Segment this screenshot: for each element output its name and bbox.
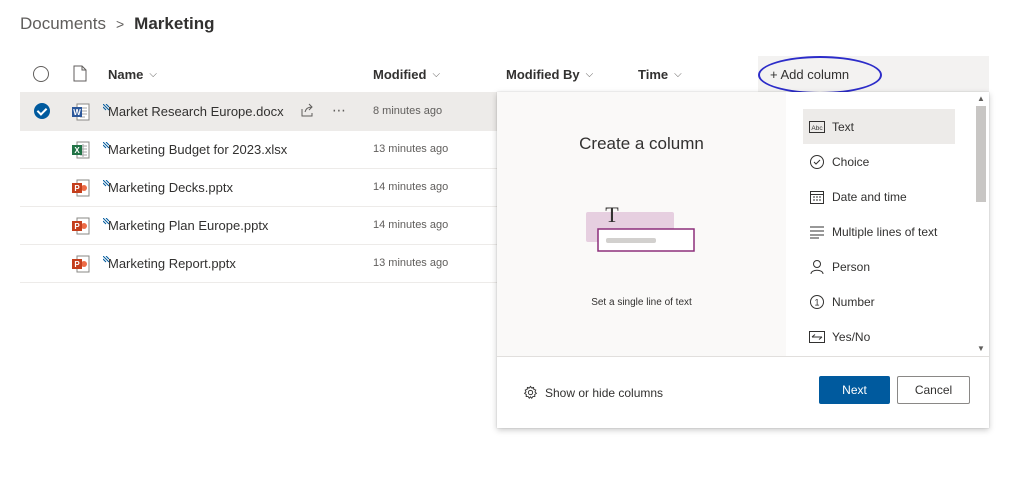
svg-text:X: X xyxy=(74,146,80,155)
word-file-icon: W xyxy=(72,103,90,121)
svg-text:T: T xyxy=(605,202,619,227)
type-item-multiline[interactable]: Multiple lines of text xyxy=(803,214,955,249)
column-name[interactable]: Name ⌵ xyxy=(108,56,157,92)
svg-text:1: 1 xyxy=(814,297,819,307)
circle-check-icon xyxy=(808,153,826,171)
lines-icon xyxy=(808,223,826,241)
type-item-person[interactable]: Person xyxy=(803,249,955,284)
type-item-yes-no[interactable]: Yes/No xyxy=(803,319,955,354)
select-all-checkbox[interactable] xyxy=(33,66,49,82)
modified-time: 8 minutes ago xyxy=(373,105,443,117)
file-type-icon[interactable] xyxy=(73,65,87,87)
column-modified-by[interactable]: Modified By ⌵ xyxy=(506,56,593,92)
file-name[interactable]: Market Research Europe.docx xyxy=(108,92,284,130)
type-item-label: Person xyxy=(832,259,871,274)
gear-icon xyxy=(523,385,538,400)
type-item-label: Choice xyxy=(832,154,870,169)
column-preview-pane: Create a column T Set a single line of t… xyxy=(497,92,786,356)
powerpoint-file-icon: P xyxy=(72,179,90,197)
column-type-list: Abc Text Choice Date and time Multiple l… xyxy=(803,109,955,354)
svg-text:Abc: Abc xyxy=(811,125,823,132)
type-item-number[interactable]: 1 Number xyxy=(803,284,955,319)
more-options-icon[interactable]: ⋯ xyxy=(332,102,346,119)
column-modified[interactable]: Modified ⌵ xyxy=(373,56,440,92)
modified-time: 13 minutes ago xyxy=(373,257,449,269)
create-column-panel: Create a column T Set a single line of t… xyxy=(497,92,989,428)
chevron-down-icon: ⌵ xyxy=(149,68,158,80)
show-hide-columns-label: Show or hide columns xyxy=(545,385,664,400)
show-hide-columns-link[interactable]: Show or hide columns xyxy=(523,385,663,400)
powerpoint-file-icon: P xyxy=(72,255,90,273)
row-checkbox[interactable] xyxy=(34,103,50,119)
text-field-illustration-icon: T xyxy=(586,202,698,259)
type-item-label: Yes/No xyxy=(832,329,871,344)
type-item-label: Multiple lines of text xyxy=(832,224,938,239)
cancel-button[interactable]: Cancel xyxy=(897,376,970,404)
svg-text:W: W xyxy=(73,108,81,117)
type-item-choice[interactable]: Choice xyxy=(803,144,955,179)
column-modified-by-label: Modified By xyxy=(506,66,580,82)
share-icon[interactable] xyxy=(300,103,315,123)
text-abc-icon: Abc xyxy=(808,118,826,136)
svg-text:P: P xyxy=(74,222,80,231)
scroll-up-icon[interactable]: ▲ xyxy=(974,93,988,105)
column-time[interactable]: Time ⌵ xyxy=(638,56,682,92)
type-item-label: Date and time xyxy=(832,189,907,204)
excel-file-icon: X xyxy=(72,141,90,159)
breadcrumb-separator: > xyxy=(115,16,125,32)
type-list-scrollbar[interactable]: ▲ ▼ xyxy=(974,92,988,356)
file-name[interactable]: Marketing Plan Europe.pptx xyxy=(108,206,268,244)
svg-text:P: P xyxy=(74,260,80,269)
file-name[interactable]: Marketing Budget for 2023.xlsx xyxy=(108,130,287,168)
breadcrumb-documents[interactable]: Documents xyxy=(20,14,106,34)
modified-time: 14 minutes ago xyxy=(373,219,449,231)
scrollbar-thumb[interactable] xyxy=(976,106,986,202)
chevron-down-icon: ⌵ xyxy=(432,68,441,80)
next-button[interactable]: Next xyxy=(819,376,890,404)
column-name-label: Name xyxy=(108,66,144,82)
type-item-label: Text xyxy=(832,119,855,134)
type-item-label: Number xyxy=(832,294,875,309)
modified-time: 13 minutes ago xyxy=(373,143,449,155)
number-circle-icon: 1 xyxy=(808,293,826,311)
column-modified-label: Modified xyxy=(373,66,427,82)
panel-footer: Show or hide columns Next Cancel xyxy=(497,356,989,429)
panel-title: Create a column xyxy=(579,134,704,153)
powerpoint-file-icon: P xyxy=(72,217,90,235)
toggle-icon xyxy=(808,328,826,346)
breadcrumb-current: Marketing xyxy=(134,14,215,33)
type-item-text[interactable]: Abc Text xyxy=(803,109,955,144)
scroll-down-icon[interactable]: ▼ xyxy=(974,343,988,355)
chevron-down-icon: ⌵ xyxy=(585,68,594,80)
file-name[interactable]: Marketing Decks.pptx xyxy=(108,168,233,206)
chevron-down-icon: ⌵ xyxy=(674,68,682,80)
breadcrumb: Documents > Marketing xyxy=(20,10,214,38)
person-icon xyxy=(808,258,826,276)
annotation-ellipse xyxy=(758,56,882,94)
type-item-date-time[interactable]: Date and time xyxy=(803,179,955,214)
modified-time: 14 minutes ago xyxy=(373,181,449,193)
panel-description: Set a single line of text xyxy=(591,297,692,308)
column-time-label: Time xyxy=(638,66,669,82)
calendar-icon xyxy=(808,188,826,206)
svg-text:P: P xyxy=(74,184,80,193)
column-header-row: Name ⌵ Modified ⌵ Modified By ⌵ Time ⌵ +… xyxy=(20,56,989,94)
file-name[interactable]: Marketing Report.pptx xyxy=(108,244,236,282)
